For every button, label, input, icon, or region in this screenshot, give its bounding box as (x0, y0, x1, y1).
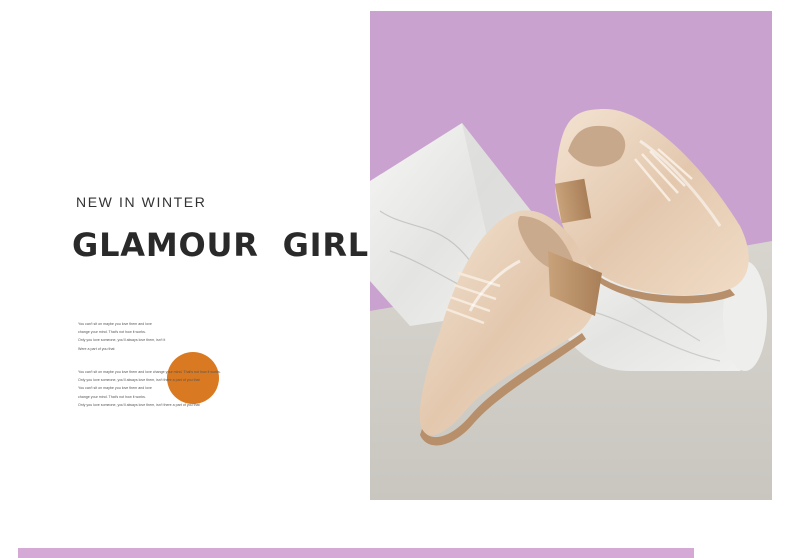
copy-line: Only you love someone, you'll always lov… (78, 402, 200, 407)
page-title: GLAMOUR GIRL (72, 226, 369, 264)
copy-line: Were a part of you that (78, 346, 115, 351)
copy-line: change your mind. That's not how it work… (78, 330, 146, 335)
bottom-accent-bar (18, 548, 694, 558)
body-copy-1: You can't sit on maybe you love them and… (78, 322, 228, 355)
copy-line: You can't sit on maybe you love them and… (78, 386, 152, 391)
copy-line: Only you love someone, you'll always lov… (78, 338, 166, 343)
copy-line: Only you love someone, you'll always lov… (78, 378, 200, 383)
body-copy-2: You can't sit on maybe you love them and… (78, 370, 228, 411)
product-photo (370, 11, 772, 500)
copy-line: You can't sit on maybe you love them and… (78, 322, 152, 326)
subtitle: NEW IN WINTER (76, 194, 207, 210)
copy-line: You can't sit on maybe you love them and… (78, 370, 221, 374)
copy-line: change your mind. That's not how it work… (78, 394, 146, 399)
